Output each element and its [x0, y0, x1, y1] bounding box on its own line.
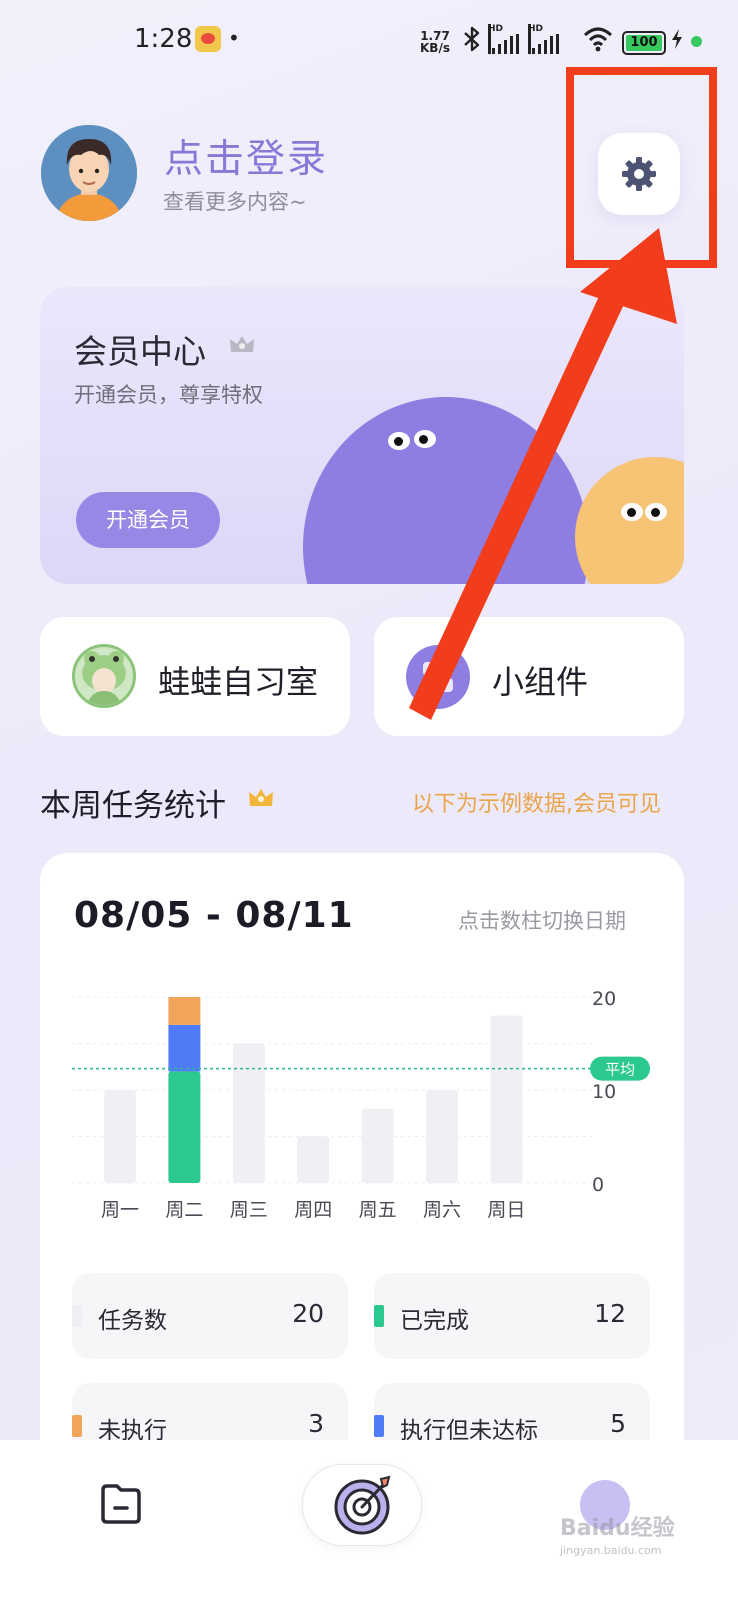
legend-label: 任务数	[98, 1308, 167, 1334]
legend-value: 5	[610, 1409, 626, 1438]
legend-swatch	[72, 1415, 82, 1437]
status-dot: •	[228, 26, 240, 50]
widget-tile[interactable]: 小组件	[374, 617, 684, 736]
annotation-highlight-box	[566, 67, 717, 268]
legend-value: 12	[594, 1299, 626, 1328]
yellow-mascot	[575, 457, 684, 584]
legend-swatch	[72, 1305, 82, 1327]
y-tick-label: 20	[592, 988, 616, 1010]
bar-completed	[168, 1071, 201, 1183]
bar-not-executed	[168, 997, 201, 1025]
net-speed: 1.77 KB/s	[420, 30, 450, 54]
member-center-title: 会员中心	[74, 332, 206, 371]
privacy-indicator-dot	[691, 36, 702, 47]
weekly-bar-chart[interactable]: 0 10 20 周一 周二 周三 周四 周五 周六 周日 平均	[40, 973, 684, 1233]
frog-study-room-label: 蛙蛙自习室	[158, 663, 319, 701]
member-center-subtitle: 开通会员，尊享特权	[74, 383, 263, 407]
battery-level: 100	[626, 35, 662, 51]
y-tick-label: 10	[592, 1081, 616, 1103]
wifi-icon	[583, 26, 613, 52]
x-tick-label: 周四	[294, 1199, 332, 1221]
bar-below-target	[168, 1024, 201, 1072]
legend-label: 已完成	[400, 1308, 469, 1334]
bar-total	[297, 1136, 330, 1183]
bar-total	[104, 1090, 136, 1183]
legend-swatch	[374, 1305, 384, 1327]
y-tick-label: 0	[592, 1174, 604, 1196]
login-link[interactable]: 点击登录	[164, 128, 328, 184]
member-center-card[interactable]: 会员中心 开通会员，尊享特权 开通会员	[40, 287, 684, 584]
crown-icon	[228, 334, 256, 356]
watermark-url: jingyan.baidu.com	[560, 1544, 662, 1557]
x-tick-label: 周二	[165, 1199, 203, 1221]
home-icon[interactable]	[97, 1480, 145, 1528]
legend-swatch	[374, 1415, 384, 1437]
widget-label: 小组件	[492, 663, 589, 701]
open-membership-button[interactable]: 开通会员	[76, 492, 220, 548]
hd-label: HD	[528, 24, 543, 54]
bar-total	[426, 1090, 458, 1183]
bar-total	[490, 1015, 523, 1183]
x-tick-label: 周一	[101, 1199, 139, 1221]
frog-avatar-icon	[72, 644, 136, 708]
net-speed-unit: KB/s	[420, 41, 450, 55]
legend-completed: 已完成 12	[374, 1273, 650, 1359]
bar-total	[361, 1108, 394, 1183]
signal-icon-2: HD	[528, 24, 564, 54]
target-icon	[334, 1475, 391, 1535]
weekly-stats-title: 本周任务统计	[40, 788, 226, 824]
legend-value: 3	[308, 1409, 324, 1438]
bottom-nav: Baidu经验 jingyan.baidu.com	[0, 1440, 738, 1600]
avatar[interactable]	[41, 125, 137, 221]
hd-label: HD	[488, 24, 503, 54]
frog-study-room-tile[interactable]: 蛙蛙自习室	[40, 617, 350, 736]
watermark: Baidu经验	[560, 1516, 675, 1541]
signal-icon: HD	[488, 24, 524, 54]
battery-icon: 100	[622, 31, 666, 55]
average-label: 平均	[605, 1061, 635, 1079]
legend-value: 20	[292, 1299, 324, 1328]
sample-data-note: 以下为示例数据,会员可见	[412, 792, 661, 817]
x-tick-label: 周日	[487, 1199, 525, 1221]
bar-total	[232, 1043, 265, 1183]
widget-icon	[406, 645, 470, 709]
x-tick-label: 周五	[359, 1199, 397, 1221]
user-avatar-illustration	[41, 125, 137, 221]
purple-mascot	[303, 397, 589, 584]
date-hint: 点击数柱切换日期	[458, 909, 626, 933]
crown-icon	[246, 786, 276, 810]
x-tick-label: 周六	[423, 1199, 461, 1221]
weibo-icon	[195, 26, 221, 52]
login-subtitle: 查看更多内容~	[163, 190, 307, 214]
date-range[interactable]: 08/05 - 08/11	[74, 895, 354, 936]
focus-target-button[interactable]	[302, 1464, 422, 1546]
status-time: 1:28	[134, 24, 193, 54]
legend-total: 任务数 20	[72, 1273, 348, 1359]
x-tick-label: 周三	[230, 1199, 268, 1221]
charging-icon	[670, 28, 684, 55]
bluetooth-icon	[462, 26, 482, 57]
